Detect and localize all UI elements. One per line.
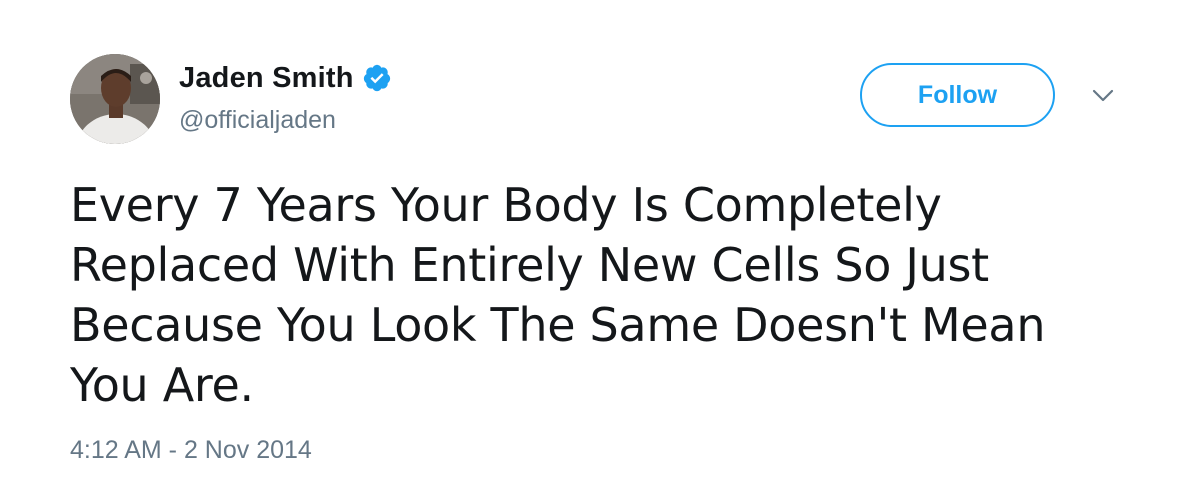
avatar[interactable] xyxy=(70,54,160,144)
chevron-down-icon[interactable] xyxy=(1092,88,1114,104)
verified-badge-icon xyxy=(362,63,392,93)
tweet-timestamp[interactable]: 4:12 AM - 2 Nov 2014 xyxy=(70,436,312,465)
tweet-text: Every 7 Years Your Body Is Completely Re… xyxy=(70,178,1046,412)
follow-button[interactable]: Follow xyxy=(860,63,1055,127)
tweet-card: Jaden Smith @officialjaden Follow Every … xyxy=(0,0,1190,486)
avatar-photo xyxy=(70,54,160,144)
author-name-row: Jaden Smith xyxy=(179,58,392,98)
author-display-name[interactable]: Jaden Smith xyxy=(179,62,354,95)
author-handle[interactable]: @officialjaden xyxy=(179,106,336,135)
